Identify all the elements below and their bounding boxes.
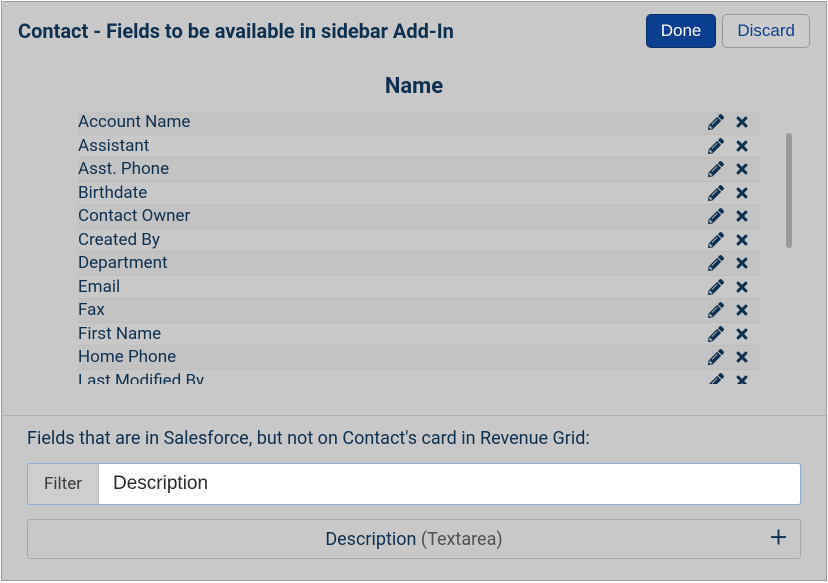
add-icon[interactable] (771, 530, 786, 549)
field-name-label: Assistant (78, 136, 149, 156)
remove-icon[interactable] (734, 208, 750, 224)
field-row: Assistant (78, 135, 760, 159)
fields-scroll-container[interactable]: Account Name Assistant Asst. Phone Birthdat… (18, 111, 810, 384)
result-text: Description (Textarea) (325, 529, 502, 550)
scrollbar-thumb[interactable] (786, 133, 792, 248)
field-actions (708, 255, 760, 271)
remove-icon[interactable] (734, 373, 750, 384)
field-actions (708, 373, 760, 384)
edit-icon[interactable] (708, 349, 724, 365)
remove-icon[interactable] (734, 302, 750, 318)
field-actions (708, 349, 760, 365)
column-header-name: Name (18, 74, 810, 99)
result-row[interactable]: Description (Textarea) (27, 519, 801, 559)
edit-icon[interactable] (708, 208, 724, 224)
result-field-type: (Textarea) (421, 529, 503, 550)
field-name-label: Contact Owner (78, 206, 190, 226)
field-name-label: Birthdate (78, 183, 147, 203)
field-actions (708, 208, 760, 224)
filter-row: Filter (27, 463, 801, 505)
edit-icon[interactable] (708, 255, 724, 271)
field-name-label: Email (78, 277, 120, 297)
field-actions (708, 138, 760, 154)
field-actions (708, 326, 760, 342)
field-row: Created By (78, 229, 760, 253)
edit-icon[interactable] (708, 232, 724, 248)
filter-label: Filter (28, 464, 99, 504)
field-row: Asst. Phone (78, 158, 760, 182)
edit-icon[interactable] (708, 279, 724, 295)
remove-icon[interactable] (734, 161, 750, 177)
remove-icon[interactable] (734, 279, 750, 295)
bottom-panel-label: Fields that are in Salesforce, but not o… (27, 428, 801, 449)
bottom-panel: Fields that are in Salesforce, but not o… (3, 415, 825, 579)
remove-icon[interactable] (734, 326, 750, 342)
field-row: First Name (78, 323, 760, 347)
edit-icon[interactable] (708, 302, 724, 318)
remove-icon[interactable] (734, 232, 750, 248)
edit-icon[interactable] (708, 138, 724, 154)
field-actions (708, 185, 760, 201)
remove-icon[interactable] (734, 349, 750, 365)
remove-icon[interactable] (734, 185, 750, 201)
edit-icon[interactable] (708, 114, 724, 130)
dialog-title: Contact - Fields to be available in side… (18, 19, 454, 43)
field-actions (708, 279, 760, 295)
field-row: Department (78, 252, 760, 276)
field-name-label: Account Name (78, 112, 190, 132)
field-actions (708, 114, 760, 130)
field-actions (708, 302, 760, 318)
edit-icon[interactable] (708, 326, 724, 342)
field-name-label: First Name (78, 324, 161, 344)
field-name-label: Created By (78, 230, 160, 250)
field-row: Last Modified By (78, 370, 760, 385)
remove-icon[interactable] (734, 138, 750, 154)
fields-list: Account Name Assistant Asst. Phone Birthdat… (18, 111, 810, 384)
field-row: Birthdate (78, 182, 760, 206)
field-actions (708, 232, 760, 248)
dialog: Contact - Fields to be available in side… (1, 1, 827, 581)
done-button[interactable]: Done (646, 14, 717, 48)
field-name-label: Department (78, 253, 168, 273)
field-row: Fax (78, 299, 760, 323)
remove-icon[interactable] (734, 255, 750, 271)
filter-input[interactable] (99, 464, 800, 504)
discard-button[interactable]: Discard (722, 14, 810, 48)
dialog-content: Name Account Name Assistant Asst. Phone Bir… (2, 74, 826, 394)
result-field-name: Description (325, 529, 416, 550)
field-name-label: Asst. Phone (78, 159, 169, 179)
remove-icon[interactable] (734, 114, 750, 130)
field-row: Account Name (78, 111, 760, 135)
field-row: Contact Owner (78, 205, 760, 229)
field-row: Home Phone (78, 346, 760, 370)
field-row: Email (78, 276, 760, 300)
field-name-label: Home Phone (78, 347, 176, 367)
edit-icon[interactable] (708, 373, 724, 384)
dialog-buttons: Done Discard (646, 14, 810, 48)
field-name-label: Fax (78, 300, 105, 320)
edit-icon[interactable] (708, 185, 724, 201)
field-name-label: Last Modified By (78, 371, 204, 384)
edit-icon[interactable] (708, 161, 724, 177)
dialog-header: Contact - Fields to be available in side… (2, 2, 826, 60)
field-actions (708, 161, 760, 177)
